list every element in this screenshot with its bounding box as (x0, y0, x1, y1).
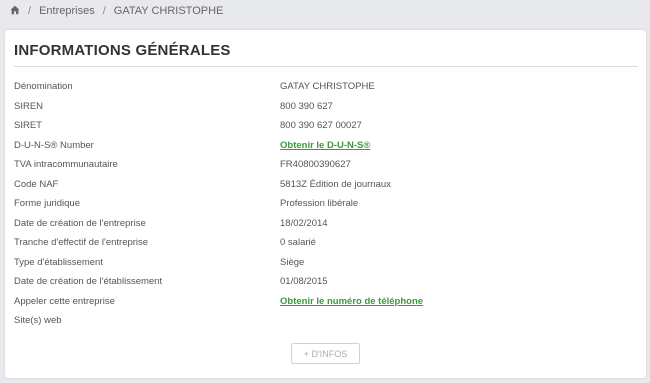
info-row-forme-juridique: Forme juridique Profession libérale (14, 194, 634, 213)
divider (14, 66, 638, 67)
home-icon[interactable] (10, 5, 20, 18)
info-row-appeler: Appeler cette entreprise Obtenir le numé… (14, 292, 634, 311)
info-label: SIRET (14, 120, 42, 131)
breadcrumb-item-current: GATAY CHRISTOPHE (113, 5, 224, 17)
info-row-naf: Code NAF 5813Z Édition de journaux (14, 175, 634, 194)
info-value: 01/08/2015 (280, 276, 328, 287)
info-label: Site(s) web (14, 315, 62, 326)
info-row-sites-web: Site(s) web (14, 311, 634, 330)
info-value: 5813Z Édition de journaux (280, 178, 391, 190)
info-row-siret: SIRET 800 390 627 00027 (14, 116, 634, 135)
info-label: Dénomination (14, 81, 73, 92)
info-row-denomination: Dénomination GATAY CHRISTOPHE (14, 77, 634, 96)
info-row-effectif: Tranche d'effectif de l'entreprise 0 sal… (14, 233, 634, 252)
info-label: Code NAF (14, 178, 59, 190)
info-value: 800 390 627 00027 (280, 120, 362, 131)
info-label: Type d'établissement (14, 256, 103, 268)
info-value: 800 390 627 (280, 100, 333, 112)
breadcrumb-item-entreprises[interactable]: Entreprises (39, 5, 95, 17)
breadcrumb-separator: / (102, 5, 106, 17)
info-value: 0 salarié (280, 237, 316, 248)
info-value: GATAY CHRISTOPHE (280, 81, 375, 92)
info-value: FR40800390627 (280, 159, 351, 170)
info-value: 18/02/2014 (280, 217, 328, 229)
info-row-tva: TVA intracommunautaire FR40800390627 (14, 155, 634, 174)
phone-link[interactable]: Obtenir le numéro de téléphone (280, 292, 423, 311)
info-label: TVA intracommunautaire (14, 159, 118, 170)
info-label: Appeler cette entreprise (14, 295, 115, 307)
info-value: Siège (280, 256, 305, 268)
info-label: Tranche d'effectif de l'entreprise (14, 237, 149, 248)
info-row-duns: D-U-N-S® Number Obtenir le D-U-N-S® (14, 136, 634, 155)
info-label: SIREN (14, 100, 44, 112)
info-row-date-creation-etablissement: Date de création de l'établissement 01/0… (14, 272, 634, 291)
info-row-type-etablissement: Type d'établissement Siège (14, 253, 634, 272)
info-label: Date de création de l'entreprise (14, 217, 146, 229)
card-title: INFORMATIONS GÉNÉRALES (14, 42, 231, 59)
more-info-button[interactable]: + D'INFOS (291, 343, 360, 364)
info-label: Forme juridique (14, 198, 80, 209)
duns-link[interactable]: Obtenir le D-U-N-S® (280, 136, 370, 155)
breadcrumb-separator: / (28, 5, 32, 17)
info-row-siren: SIREN 800 390 627 (14, 97, 634, 116)
info-label: D-U-N-S® Number (14, 139, 94, 151)
info-label: Date de création de l'établissement (14, 276, 163, 287)
general-info-card: INFORMATIONS GÉNÉRALES Dénomination GATA… (5, 30, 646, 378)
info-row-date-creation-entreprise: Date de création de l'entreprise 18/02/2… (14, 214, 634, 233)
breadcrumb: / Entreprises / GATAY CHRISTOPHE (10, 4, 223, 18)
info-value: Profession libérale (280, 198, 359, 209)
